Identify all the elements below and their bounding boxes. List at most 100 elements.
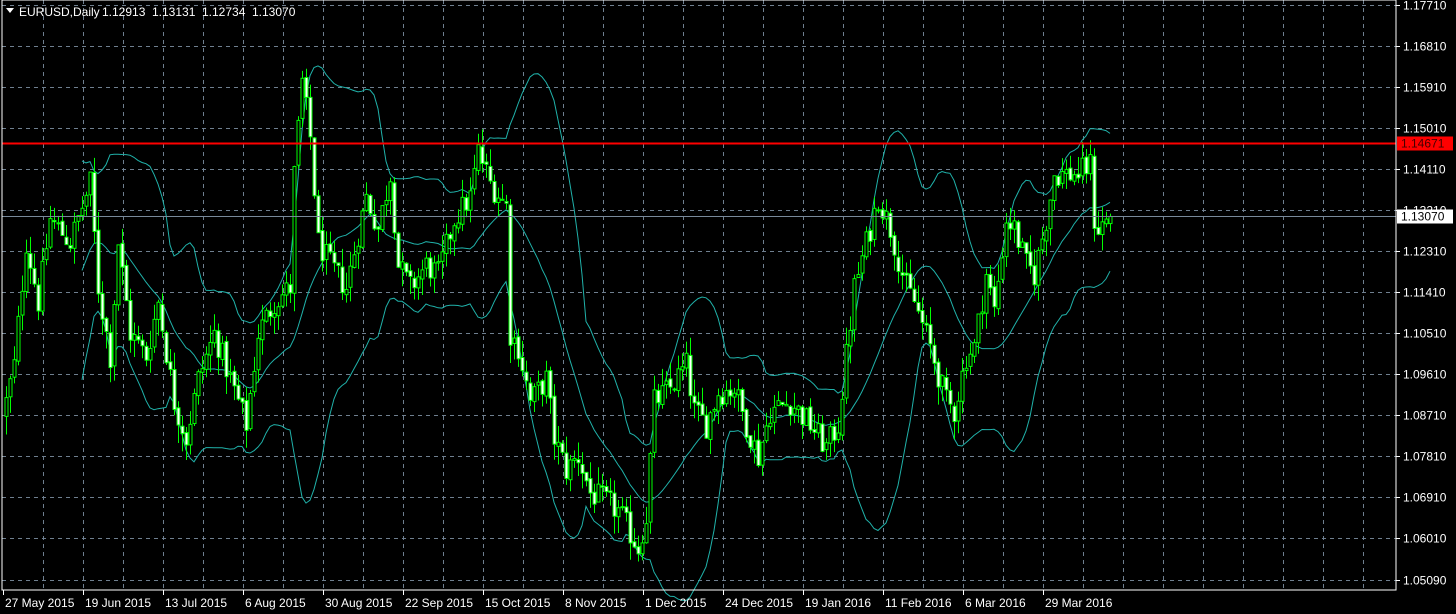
candle-body <box>688 354 693 397</box>
candle-body <box>544 370 549 397</box>
candle-body <box>260 319 265 341</box>
candle <box>96 211 101 303</box>
candle <box>692 379 697 419</box>
candle <box>228 358 233 383</box>
candle-body <box>664 380 669 386</box>
price-axis[interactable]: 1.177101.168101.159101.150101.141101.132… <box>1396 0 1453 588</box>
candle <box>880 202 885 225</box>
candle-body <box>248 393 253 430</box>
candle <box>504 194 509 210</box>
candle <box>188 411 193 455</box>
candle-body <box>820 423 825 452</box>
candle-body <box>152 318 157 348</box>
candle <box>124 259 129 302</box>
triangle-down-icon[interactable] <box>6 8 14 13</box>
candle <box>576 442 581 476</box>
candle-body <box>948 389 953 405</box>
candle-body <box>332 252 337 264</box>
candle-body <box>824 442 829 451</box>
candle-body <box>700 403 705 416</box>
candle-body <box>648 453 653 523</box>
candle-body <box>904 272 909 276</box>
candle-body <box>488 165 493 182</box>
candle-body <box>288 284 293 294</box>
candle-body <box>812 429 817 433</box>
candle-body <box>1020 241 1025 248</box>
candle-body <box>968 353 973 367</box>
time-axis[interactable]: 27 May 2015 19 Jun 2015 13 Jul 2015 6 Aug 2… <box>3 590 1113 610</box>
candle-body <box>148 347 153 361</box>
candle <box>784 391 789 407</box>
candle-body <box>124 264 129 302</box>
price-tick-label: 1.14110 <box>1403 163 1446 177</box>
candle-body <box>484 161 489 165</box>
candle-body <box>268 310 273 318</box>
candle <box>472 154 477 195</box>
candle-body <box>120 242 125 268</box>
candle <box>572 450 577 468</box>
candle-body <box>72 221 77 249</box>
candle <box>728 379 733 405</box>
candle <box>1048 199 1053 246</box>
candle-body <box>492 181 497 203</box>
candle <box>16 305 21 366</box>
candle <box>224 336 229 395</box>
candle-body <box>632 541 637 548</box>
candle <box>1100 207 1105 251</box>
candle-body <box>584 471 589 482</box>
candle <box>1028 235 1033 274</box>
candle <box>168 348 173 376</box>
candle <box>1088 140 1093 181</box>
candle-body <box>708 412 713 440</box>
candle <box>992 275 997 317</box>
candle-body <box>344 288 349 296</box>
candle-body <box>216 330 221 358</box>
candle <box>356 238 361 269</box>
candle-body <box>28 253 33 269</box>
candle-body <box>672 388 677 391</box>
price-tick-label: 1.12310 <box>1403 245 1447 259</box>
candle-body <box>252 370 257 393</box>
candle <box>516 328 521 367</box>
candle <box>768 407 773 430</box>
candle-body <box>560 442 565 453</box>
candle-body <box>400 261 405 270</box>
candle <box>208 325 213 372</box>
candle <box>960 358 965 414</box>
candle <box>756 423 761 468</box>
candle <box>984 268 989 329</box>
candle <box>732 387 737 408</box>
candle-body <box>128 299 133 341</box>
candle <box>1072 170 1077 186</box>
candle-body <box>472 168 477 190</box>
candle <box>216 323 221 375</box>
candle-body <box>784 403 789 407</box>
candle <box>244 387 249 448</box>
candle-body <box>392 182 397 234</box>
candle <box>508 198 513 364</box>
candle <box>248 389 253 431</box>
candle-body <box>624 506 629 514</box>
candle <box>540 378 545 407</box>
candle-body <box>936 361 941 388</box>
candle-body <box>100 293 105 320</box>
date-tick-label: 6 Aug 2015 <box>245 596 306 610</box>
candle-body <box>988 273 993 289</box>
candle-body <box>696 401 701 406</box>
candle <box>1040 226 1045 255</box>
candle <box>100 281 105 335</box>
candle <box>108 324 113 383</box>
candle <box>104 316 109 349</box>
candle <box>556 426 561 465</box>
candle-body <box>980 311 985 315</box>
candle <box>88 171 93 207</box>
price-tick-label: 1.05090 <box>1403 574 1447 588</box>
price-chart[interactable]: 1.177101.168101.159101.150101.141101.132… <box>0 0 1456 614</box>
date-tick-label: 27 May 2015 <box>5 596 75 610</box>
symbol-period: EURUSD,Daily <box>19 5 100 19</box>
candle <box>428 252 433 287</box>
candle-body <box>68 245 73 249</box>
candle-body <box>480 146 485 164</box>
candle-body <box>984 274 989 314</box>
candle-body <box>188 423 193 446</box>
